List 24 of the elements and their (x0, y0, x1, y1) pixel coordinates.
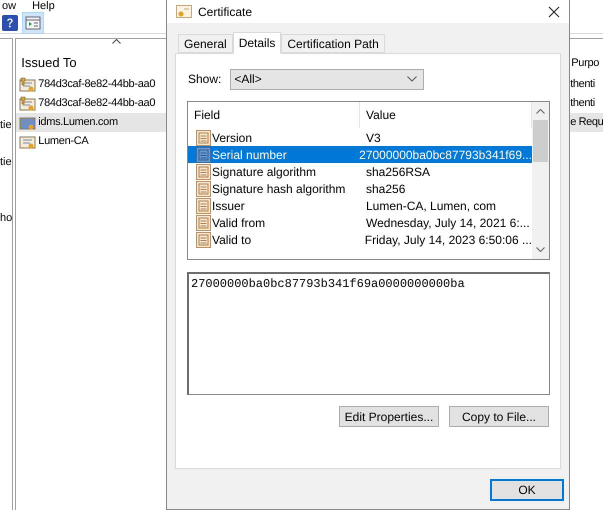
list-cell-text: thenti (570, 77, 595, 92)
field-value: Friday, July 14, 2023 6:50:06 ... (364, 232, 532, 248)
field-value: Lumen-CA, Lumen, com (365, 198, 496, 214)
field-value: Wednesday, July 14, 2021 6:... (365, 214, 530, 232)
list-cell-text: thenti (570, 96, 595, 112)
field-name: Issuer (212, 198, 245, 214)
field-name: Valid to (212, 232, 252, 248)
field-name: Signature hash algorithm (212, 180, 346, 198)
field-name: Serial number (212, 146, 287, 164)
window-title: Certificate (198, 4, 252, 21)
field-value: V3 (365, 130, 381, 146)
list-cell-text: Lumen-CA (38, 134, 88, 150)
field-name: Signature algorithm (212, 164, 316, 180)
field-name: Version (212, 130, 252, 146)
field-name: Valid from (212, 214, 266, 232)
field-value: 27000000ba0bc87793b341f69... (358, 146, 532, 164)
list-cell-text: idms.Lumen.com (38, 115, 118, 130)
show-label: Show: (187, 71, 222, 88)
list-cell-text: 784d3caf-8e82-44bb-aa0 (38, 96, 156, 112)
list-cell-text: e Requ (570, 115, 603, 130)
list-cell-text: 784d3caf-8e82-44bb-aa0 (38, 77, 156, 92)
field-value: sha256RSA (365, 164, 430, 180)
field-value: sha256 (365, 180, 406, 198)
value-text: 27000000ba0bc87793b341f69a0000000000ba (191, 277, 465, 291)
